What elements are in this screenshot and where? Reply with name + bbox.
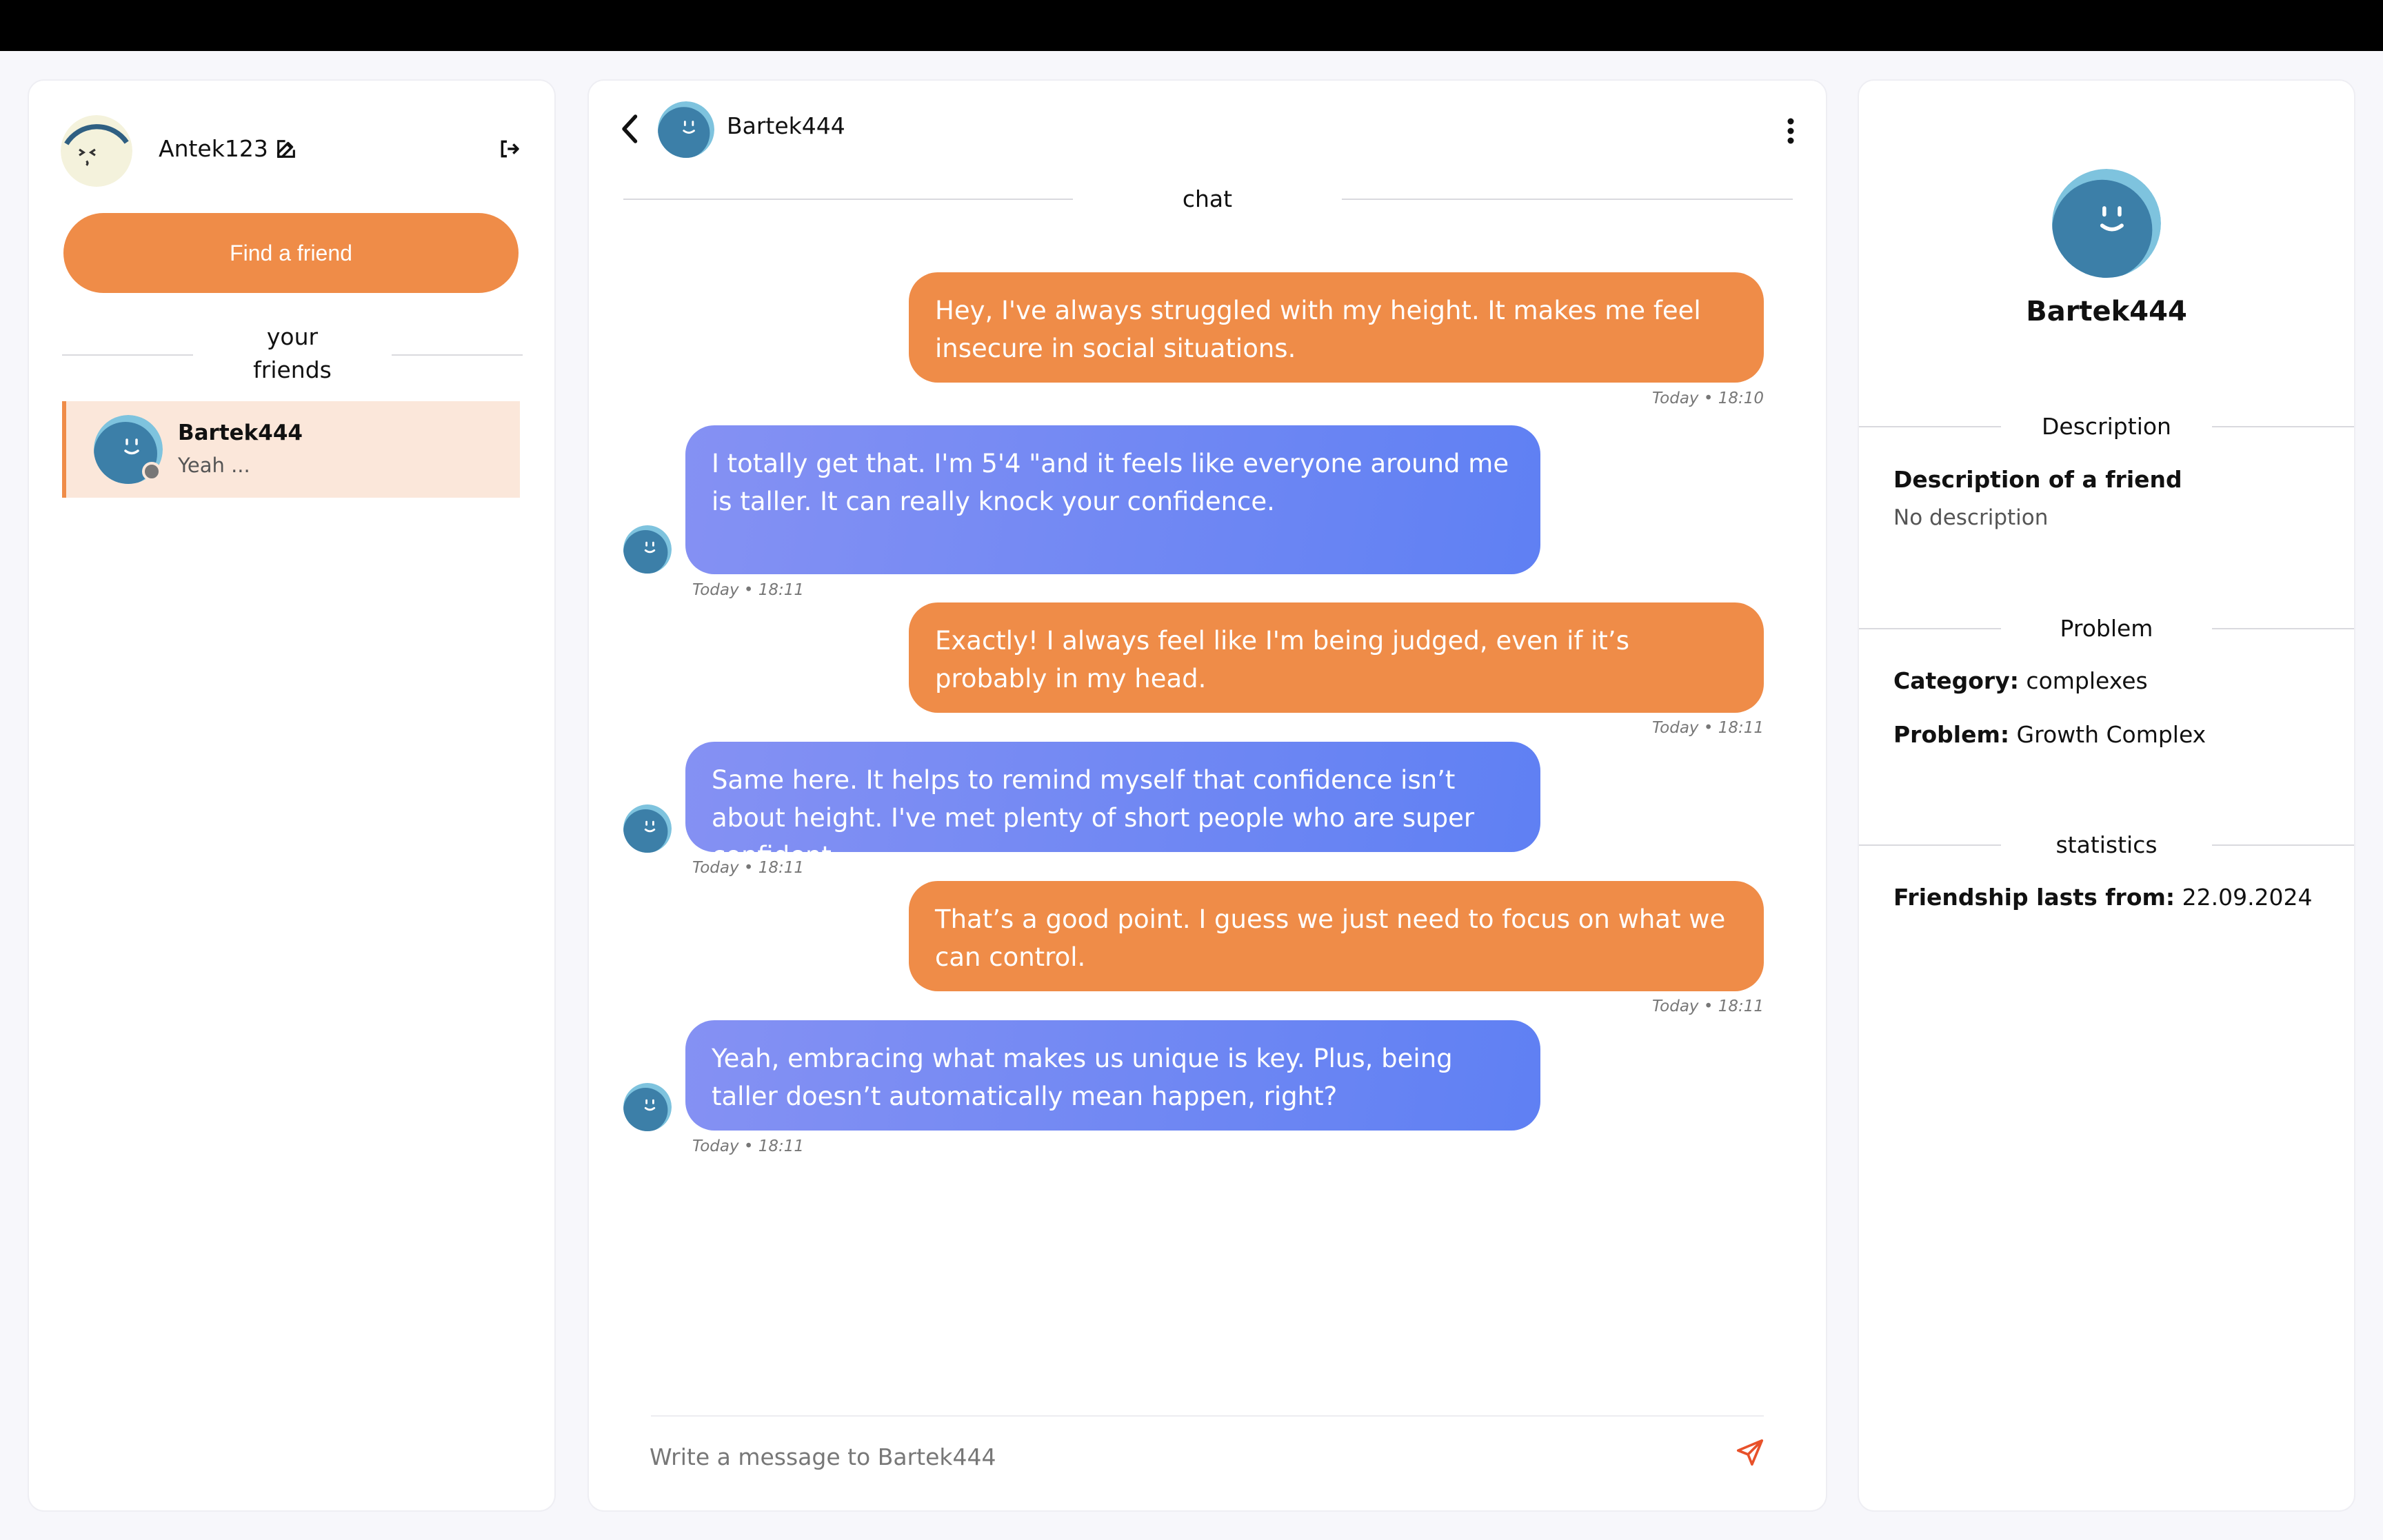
message-timestamp: Today • 18:10 [1651, 389, 1764, 407]
send-icon[interactable] [1731, 1433, 1769, 1472]
description-label: Description of a friend [1893, 466, 2182, 493]
message-avatar [623, 804, 672, 853]
problem-value: Growth Complex [2016, 721, 2206, 748]
friends-title: your friends [193, 321, 392, 387]
divider [623, 199, 1073, 200]
divider [62, 354, 193, 356]
message-timestamp: Today • 18:11 [692, 859, 805, 877]
friends-title-line2: friends [253, 356, 332, 383]
statistics-title: statistics [2055, 831, 2158, 858]
category-row: Category: complexes [1893, 667, 2148, 694]
problem-row: Problem: Growth Complex [1893, 721, 2206, 748]
divider [1859, 426, 2001, 427]
divider [1342, 199, 1793, 200]
chat-panel: Bartek444 chat Hey, I've always struggle… [589, 81, 1826, 1510]
message-timestamp: Today • 18:11 [1651, 997, 1764, 1015]
friend-list-item[interactable]: Bartek444 Yeah ... [62, 401, 520, 498]
message-bubble-incoming: I totally get that. I'm 5'4 "and it feel… [685, 425, 1540, 574]
friendship-value: 22.09.2024 [2182, 884, 2313, 911]
message-input[interactable] [648, 1432, 1685, 1481]
profile-avatar [2052, 169, 2161, 278]
message-avatar [623, 1083, 672, 1131]
chat-title: chat [1182, 185, 1233, 212]
description-value: No description [1893, 505, 2049, 530]
friendship-label: Friendship lasts from: [1893, 884, 2175, 911]
chevron-left-icon[interactable] [616, 111, 644, 147]
divider [2212, 628, 2354, 629]
problem-label: Problem: [1893, 721, 2010, 748]
category-label: Category: [1893, 667, 2019, 694]
message-bubble-outgoing: That’s a good point. I guess we just nee… [909, 881, 1764, 991]
friend-preview: Yeah ... [178, 454, 250, 477]
message-timestamp: Today • 18:11 [692, 1137, 805, 1155]
profile-name: Bartek444 [2026, 296, 2187, 327]
message-bubble-outgoing: Exactly! I always feel like I'm being ju… [909, 602, 1764, 713]
chat-friend-avatar[interactable] [658, 101, 714, 158]
status-indicator [142, 462, 161, 481]
divider [392, 354, 523, 356]
logout-icon[interactable] [495, 134, 524, 163]
sidebar-panel: Antek123 Find a friend your friends Bart… [29, 81, 554, 1510]
username: Antek123 [159, 135, 268, 162]
divider [2212, 844, 2354, 846]
category-value: complexes [2026, 667, 2148, 694]
top-bar [0, 0, 2383, 51]
divider [1859, 628, 2001, 629]
profile-panel: Bartek444 Description Description of a f… [1859, 81, 2354, 1510]
problem-title: Problem [2060, 615, 2153, 642]
message-bubble-incoming: Yeah, embracing what makes us unique is … [685, 1020, 1540, 1131]
description-title: Description [2042, 413, 2171, 440]
divider [2212, 426, 2354, 427]
message-avatar [623, 525, 672, 574]
friends-title-line1: your [266, 323, 319, 350]
message-bubble-outgoing: Hey, I've always struggled with my heigh… [909, 272, 1764, 383]
more-vertical-icon[interactable] [1780, 114, 1801, 148]
divider [1859, 844, 2001, 846]
message-timestamp: Today • 18:11 [1651, 719, 1764, 737]
edit-icon[interactable] [272, 134, 301, 163]
composer-divider [651, 1415, 1764, 1417]
message-bubble-incoming: Same here. It helps to remind myself tha… [685, 742, 1540, 871]
friendship-row: Friendship lasts from: 22.09.2024 [1893, 884, 2313, 911]
friend-name: Bartek444 [178, 421, 303, 445]
user-avatar[interactable] [61, 115, 132, 187]
find-friend-button[interactable]: Find a friend [63, 213, 519, 293]
chat-friend-name: Bartek444 [727, 112, 845, 139]
message-timestamp: Today • 18:11 [692, 581, 805, 599]
